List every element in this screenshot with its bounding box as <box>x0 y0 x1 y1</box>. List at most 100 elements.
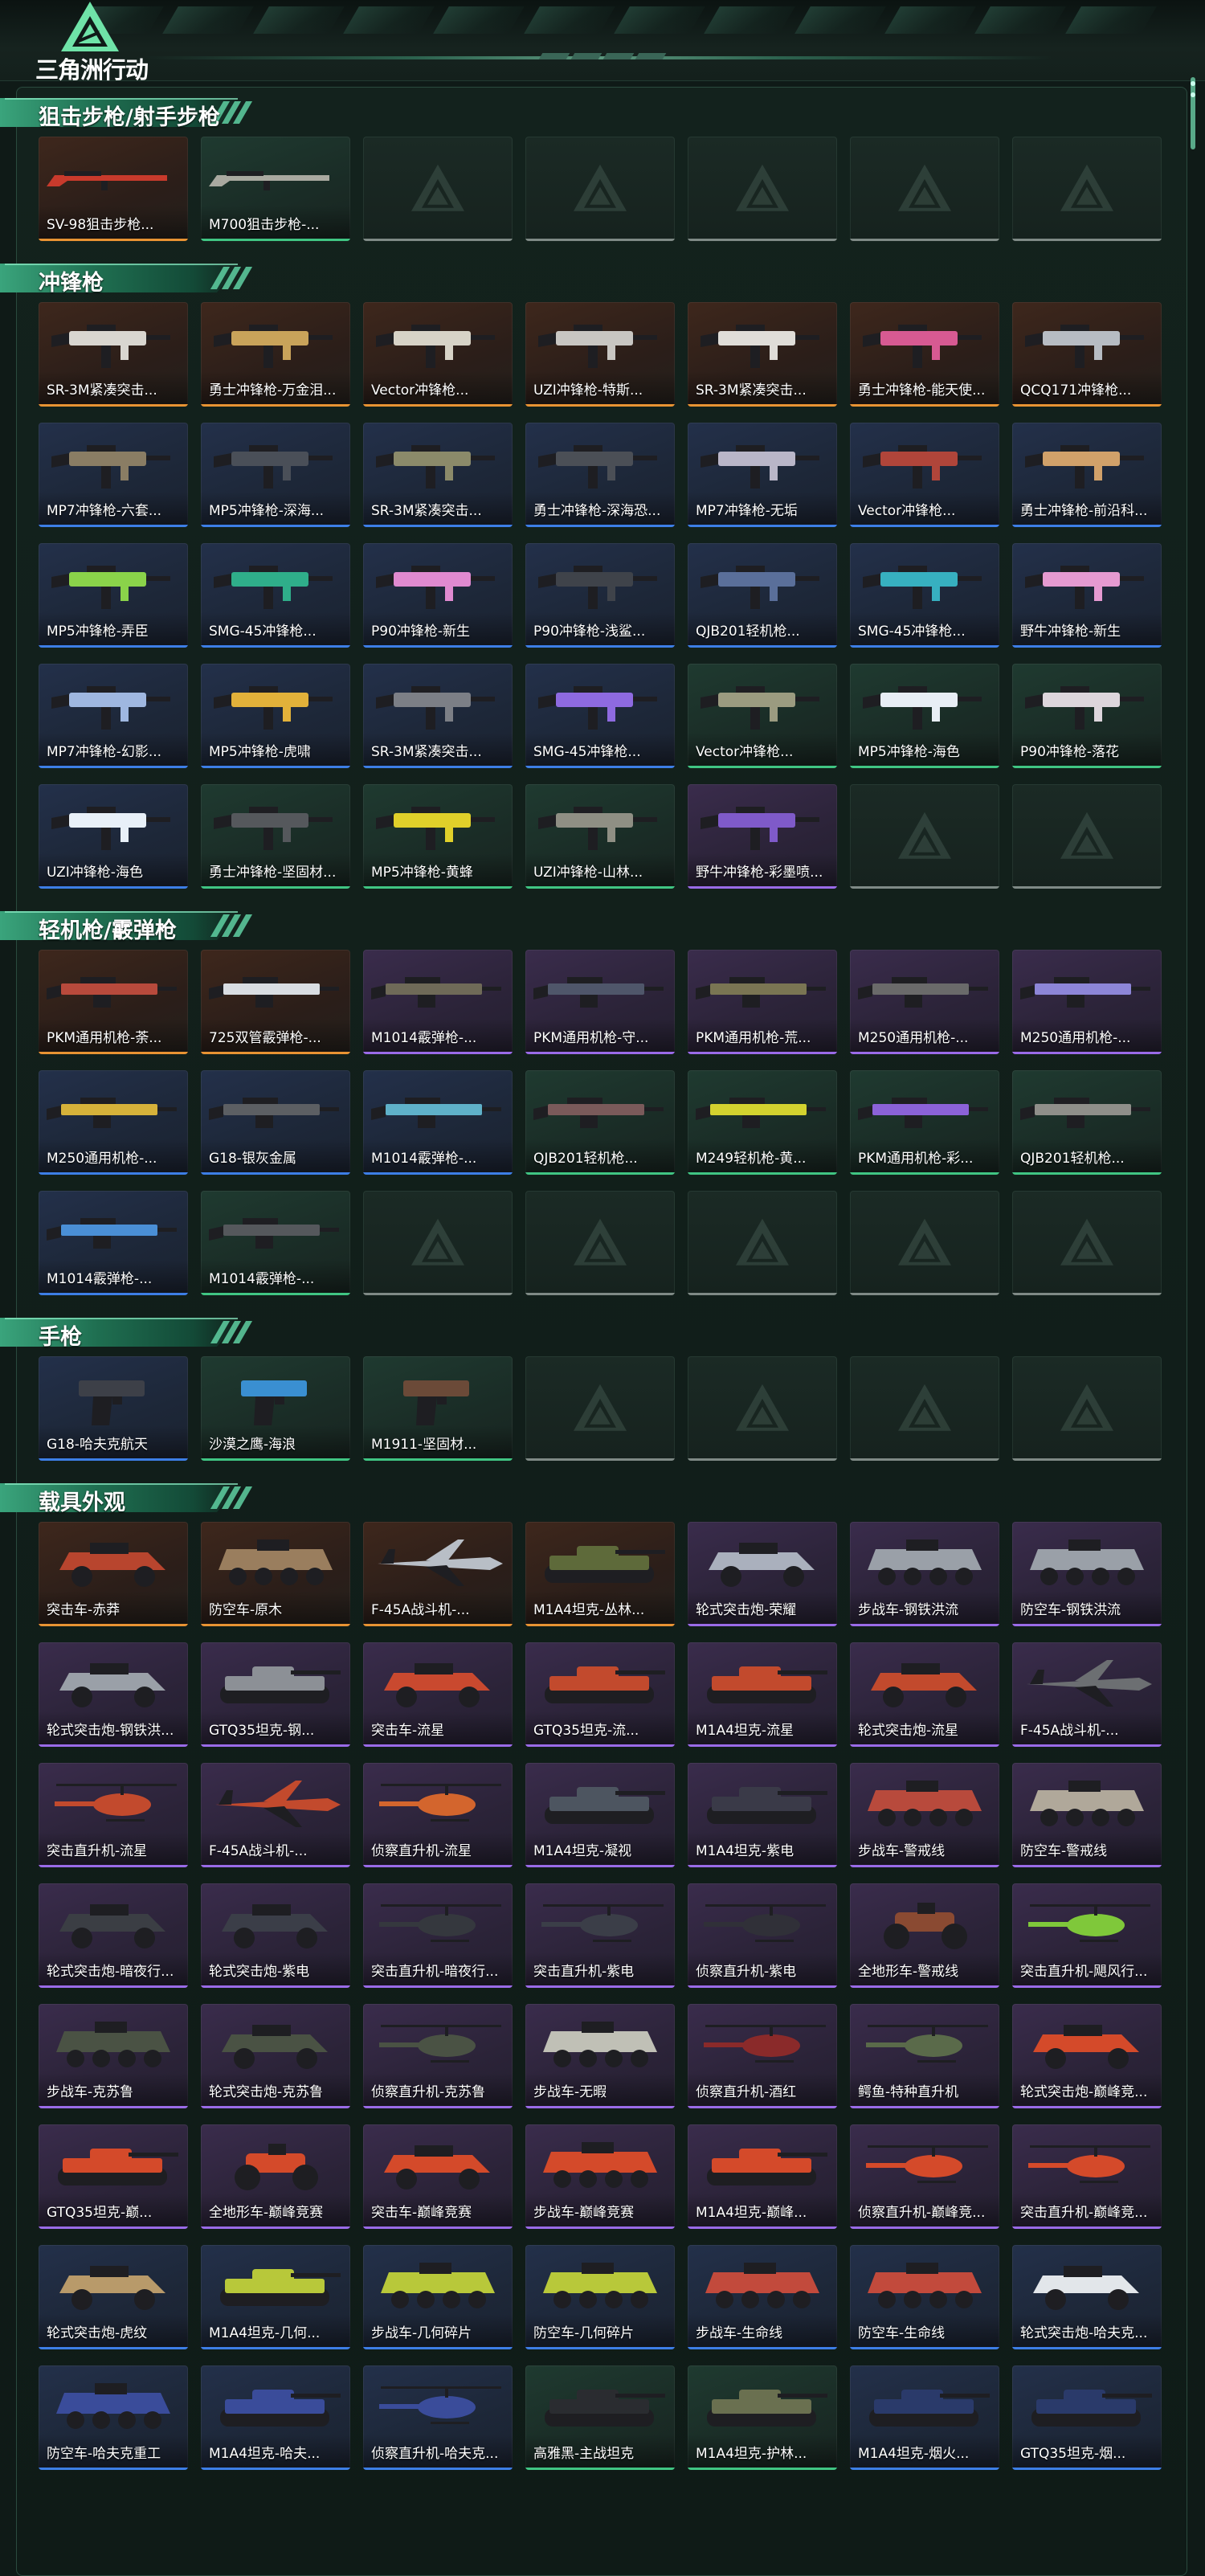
skin-card[interactable]: PKM通用机枪-彩... <box>850 1070 999 1175</box>
skin-card[interactable]: 鳄鱼-特种直升机 <box>850 2004 999 2108</box>
skin-card[interactable]: 防空车-生命线 <box>850 2245 999 2349</box>
skin-card[interactable]: MP7冲锋枪-六套... <box>39 423 188 527</box>
skin-card[interactable]: 防空车-钢铁洪流 <box>1012 1522 1162 1626</box>
skin-card[interactable]: QJB201轻机枪... <box>1012 1070 1162 1175</box>
skin-card[interactable]: 防空车-哈夫克重工 <box>39 2365 188 2470</box>
skin-card[interactable]: M250通用机枪-... <box>1012 950 1162 1054</box>
skin-card[interactable]: SMG-45冲锋枪... <box>850 543 999 648</box>
skin-card[interactable]: 轮式突击炮-荣耀 <box>688 1522 837 1626</box>
skin-card[interactable]: SR-3M紧凑突击... <box>363 423 513 527</box>
skin-card[interactable]: Vector冲锋枪... <box>363 302 513 407</box>
skin-card[interactable]: Vector冲锋枪... <box>850 423 999 527</box>
skin-card[interactable]: M1A4坦克-巅峰... <box>688 2124 837 2229</box>
skin-card[interactable]: UZI冲锋枪-海色 <box>39 784 188 889</box>
skin-card[interactable]: 步战车-警戒线 <box>850 1763 999 1867</box>
skin-card[interactable]: MP7冲锋枪-幻影... <box>39 664 188 768</box>
skin-collection-list[interactable]: 狙击步枪/射手步枪 SV-98狙击步枪... M700狙击步枪-... 冲锋枪 … <box>0 87 1205 2575</box>
skin-card[interactable]: 侦察直升机-巅峰竞... <box>850 2124 999 2229</box>
skin-card[interactable]: 725双管霰弹枪-... <box>201 950 350 1054</box>
skin-card[interactable]: 野牛冲锋枪-新生 <box>1012 543 1162 648</box>
skin-card[interactable]: SR-3M紧凑突击... <box>363 664 513 768</box>
skin-card[interactable]: MP5冲锋枪-黄蜂 <box>363 784 513 889</box>
skin-card[interactable]: PKM通用机枪-荼... <box>39 950 188 1054</box>
skin-card[interactable]: Vector冲锋枪... <box>688 664 837 768</box>
skin-card[interactable]: M1A4坦克-几何... <box>201 2245 350 2349</box>
skin-card[interactable]: 突击车-巅峰竞赛 <box>363 2124 513 2229</box>
skin-card[interactable]: M1911-坚固材... <box>363 1356 513 1461</box>
skin-card[interactable]: GTQ35坦克-流... <box>525 1642 675 1747</box>
skin-card[interactable]: PKM通用机枪-守... <box>525 950 675 1054</box>
skin-card[interactable]: SMG-45冲锋枪... <box>525 664 675 768</box>
skin-card[interactable]: 侦察直升机-流星 <box>363 1763 513 1867</box>
skin-card[interactable]: 全地形车-巅峰竞赛 <box>201 2124 350 2229</box>
skin-card[interactable]: F-45A战斗机-... <box>201 1763 350 1867</box>
skin-card[interactable]: M1A4坦克-烟火... <box>850 2365 999 2470</box>
skin-card[interactable]: 轮式突击炮-流星 <box>850 1642 999 1747</box>
skin-card[interactable]: 突击车-流星 <box>363 1642 513 1747</box>
skin-card[interactable]: 步战车-无暇 <box>525 2004 675 2108</box>
skin-card[interactable]: 步战车-克苏鲁 <box>39 2004 188 2108</box>
skin-card[interactable]: 轮式突击炮-钢铁洪... <box>39 1642 188 1747</box>
skin-card[interactable]: 勇士冲锋枪-深海恐... <box>525 423 675 527</box>
skin-card[interactable]: M1014霰弹枪-... <box>363 950 513 1054</box>
skin-card[interactable]: 突击车-赤莽 <box>39 1522 188 1626</box>
scrollbar-thumb[interactable] <box>1187 77 1199 149</box>
skin-card[interactable]: P90冲锋枪-落花 <box>1012 664 1162 768</box>
skin-card[interactable]: 步战车-几何碎片 <box>363 2245 513 2349</box>
skin-card[interactable]: 防空车-警戒线 <box>1012 1763 1162 1867</box>
skin-card[interactable]: MP7冲锋枪-无垢 <box>688 423 837 527</box>
skin-card[interactable]: 勇士冲锋枪-万金泪... <box>201 302 350 407</box>
skin-card[interactable]: 防空车-几何碎片 <box>525 2245 675 2349</box>
skin-card[interactable]: 轮式突击炮-哈夫克... <box>1012 2245 1162 2349</box>
skin-card[interactable]: MP5冲锋枪-深海... <box>201 423 350 527</box>
skin-card[interactable]: P90冲锋枪-新生 <box>363 543 513 648</box>
skin-card[interactable]: F-45A战斗机-... <box>1012 1642 1162 1747</box>
skin-card[interactable]: 步战车-钢铁洪流 <box>850 1522 999 1626</box>
skin-card[interactable]: 勇士冲锋枪-前沿科... <box>1012 423 1162 527</box>
skin-card[interactable]: SR-3M紧凑突击... <box>39 302 188 407</box>
skin-card[interactable]: M1A4坦克-紫电 <box>688 1763 837 1867</box>
skin-card[interactable]: 侦察直升机-紫电 <box>688 1883 837 1988</box>
skin-card[interactable]: M1A4坦克-哈夫... <box>201 2365 350 2470</box>
skin-card[interactable]: M250通用机枪-... <box>850 950 999 1054</box>
skin-card[interactable]: M1A4坦克-流星 <box>688 1642 837 1747</box>
skin-card[interactable]: 轮式突击炮-巅峰竞... <box>1012 2004 1162 2108</box>
skin-card[interactable]: 轮式突击炮-虎纹 <box>39 2245 188 2349</box>
skin-card[interactable]: F-45A战斗机-... <box>363 1522 513 1626</box>
skin-card[interactable]: 轮式突击炮-暗夜行... <box>39 1883 188 1988</box>
skin-card[interactable]: GTQ35坦克-烟... <box>1012 2365 1162 2470</box>
skin-card[interactable]: M700狙击步枪-... <box>201 137 350 241</box>
skin-card[interactable]: 突击直升机-紫电 <box>525 1883 675 1988</box>
skin-card[interactable]: M1014霰弹枪-... <box>201 1191 350 1295</box>
skin-card[interactable]: MP5冲锋枪-虎啸 <box>201 664 350 768</box>
skin-card[interactable]: M1A4坦克-护林... <box>688 2365 837 2470</box>
skin-card[interactable]: G18-哈夫克航天 <box>39 1356 188 1461</box>
skin-card[interactable]: 侦察直升机-克苏鲁 <box>363 2004 513 2108</box>
skin-card[interactable]: M250通用机枪-... <box>39 1070 188 1175</box>
skin-card[interactable]: 轮式突击炮-紫电 <box>201 1883 350 1988</box>
skin-card[interactable]: MP5冲锋枪-海色 <box>850 664 999 768</box>
skin-card[interactable]: UZI冲锋枪-山林... <box>525 784 675 889</box>
skin-card[interactable]: GTQ35坦克-钢... <box>201 1642 350 1747</box>
skin-card[interactable]: QJB201轻机枪... <box>525 1070 675 1175</box>
skin-card[interactable]: 勇士冲锋枪-坚固材... <box>201 784 350 889</box>
skin-card[interactable]: 步战车-巅峰竞赛 <box>525 2124 675 2229</box>
skin-card[interactable]: MP5冲锋枪-弄臣 <box>39 543 188 648</box>
skin-card[interactable]: 勇士冲锋枪-能天使... <box>850 302 999 407</box>
skin-card[interactable]: QCQ171冲锋枪... <box>1012 302 1162 407</box>
skin-card[interactable]: G18-银灰金属 <box>201 1070 350 1175</box>
skin-card[interactable]: 高雅黑-主战坦克 <box>525 2365 675 2470</box>
skin-card[interactable]: M249轻机枪-黄... <box>688 1070 837 1175</box>
skin-card[interactable]: M1A4坦克-丛林... <box>525 1522 675 1626</box>
skin-card[interactable]: 全地形车-警戒线 <box>850 1883 999 1988</box>
skin-card[interactable]: 突击直升机-暗夜行... <box>363 1883 513 1988</box>
skin-card[interactable]: 突击直升机-飓风行... <box>1012 1883 1162 1988</box>
skin-card[interactable]: P90冲锋枪-浅鲨... <box>525 543 675 648</box>
skin-card[interactable]: SR-3M紧凑突击... <box>688 302 837 407</box>
skin-card[interactable]: M1014霰弹枪-... <box>363 1070 513 1175</box>
skin-card[interactable]: SV-98狙击步枪... <box>39 137 188 241</box>
skin-card[interactable]: 野牛冲锋枪-彩墨喷... <box>688 784 837 889</box>
skin-card[interactable]: UZI冲锋枪-特斯... <box>525 302 675 407</box>
skin-card[interactable]: PKM通用机枪-荒... <box>688 950 837 1054</box>
skin-card[interactable]: 沙漠之鹰-海浪 <box>201 1356 350 1461</box>
